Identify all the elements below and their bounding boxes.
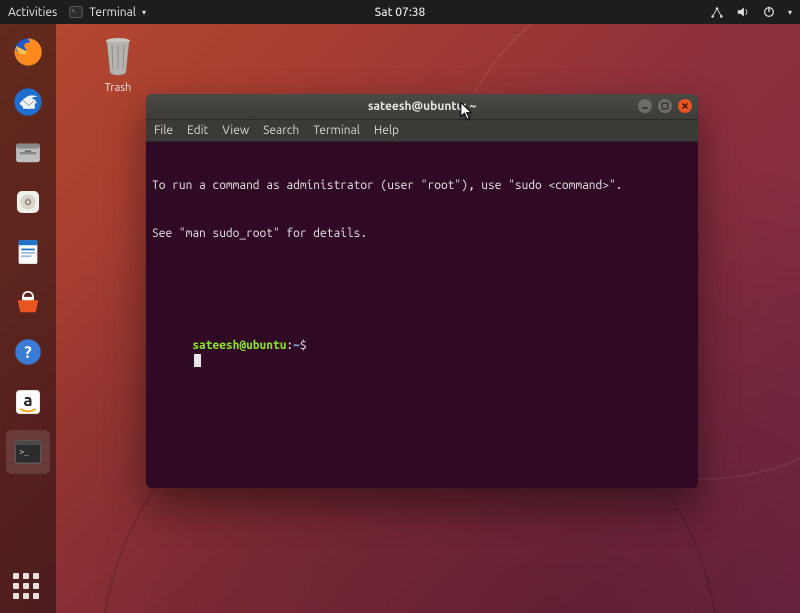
- app-menu[interactable]: >_ Terminal ▾: [69, 5, 146, 19]
- svg-text:a: a: [23, 391, 32, 410]
- grid-icon: [13, 573, 43, 603]
- menu-search[interactable]: Search: [263, 124, 299, 137]
- desktop-icon-label: Trash: [84, 82, 152, 94]
- show-applications-button[interactable]: [0, 573, 56, 603]
- menu-view[interactable]: View: [222, 124, 249, 137]
- window-minimize-button[interactable]: [638, 99, 652, 113]
- prompt-user: sateesh@ubuntu: [192, 339, 286, 352]
- terminal-icon: >_: [69, 5, 83, 19]
- launcher-item-files[interactable]: [6, 130, 50, 174]
- terminal-window: sateesh@ubuntu: ~ File Edit View Search …: [146, 94, 698, 488]
- terminal-menubar: File Edit View Search Terminal Help: [146, 120, 698, 142]
- svg-text:>_: >_: [72, 9, 78, 14]
- launcher-item-writer[interactable]: [6, 230, 50, 274]
- desktop-icon-trash[interactable]: Trash: [84, 32, 152, 94]
- prompt-dollar: $: [300, 339, 307, 352]
- launcher-item-software[interactable]: [6, 280, 50, 324]
- launcher-item-help[interactable]: ?: [6, 330, 50, 374]
- menu-help[interactable]: Help: [374, 124, 399, 137]
- launcher-item-amazon[interactable]: a: [6, 380, 50, 424]
- top-bar: Activities >_ Terminal ▾ Sat 07:38 ▾: [0, 0, 800, 24]
- activities-button[interactable]: Activities: [8, 6, 57, 19]
- svg-text:?: ?: [24, 343, 32, 362]
- launcher-item-firefox[interactable]: [6, 30, 50, 74]
- window-maximize-button[interactable]: [658, 99, 672, 113]
- menu-file[interactable]: File: [154, 124, 173, 137]
- trash-icon: [95, 32, 141, 78]
- prompt-path: ~: [293, 339, 300, 352]
- text-cursor: [194, 354, 201, 367]
- window-titlebar[interactable]: sateesh@ubuntu: ~: [146, 94, 698, 120]
- mouse-pointer-icon: [460, 102, 474, 124]
- launcher-item-thunderbird[interactable]: [6, 80, 50, 124]
- power-icon[interactable]: [762, 5, 776, 19]
- clock[interactable]: Sat 07:38: [375, 6, 426, 19]
- app-menu-label: Terminal: [89, 6, 136, 19]
- chevron-down-icon: ▾: [142, 8, 146, 17]
- terminal-prompt: sateesh@ubuntu:~$: [152, 322, 692, 386]
- menu-terminal[interactable]: Terminal: [313, 124, 360, 137]
- svg-text:>_: >_: [20, 450, 30, 458]
- terminal-motd-line2: See "man sudo_root" for details.: [152, 226, 692, 242]
- window-close-button[interactable]: [678, 99, 692, 113]
- menu-edit[interactable]: Edit: [187, 124, 208, 137]
- blank-line: [152, 274, 692, 290]
- launcher: ? a >_: [0, 24, 56, 613]
- network-icon[interactable]: [710, 5, 724, 19]
- launcher-item-terminal[interactable]: >_: [6, 430, 50, 474]
- terminal-motd-line1: To run a command as administrator (user …: [152, 178, 692, 194]
- system-menu-caret-icon[interactable]: ▾: [788, 8, 792, 17]
- volume-icon[interactable]: [736, 5, 750, 19]
- launcher-item-rhythmbox[interactable]: [6, 180, 50, 224]
- terminal-content[interactable]: To run a command as administrator (user …: [146, 142, 698, 488]
